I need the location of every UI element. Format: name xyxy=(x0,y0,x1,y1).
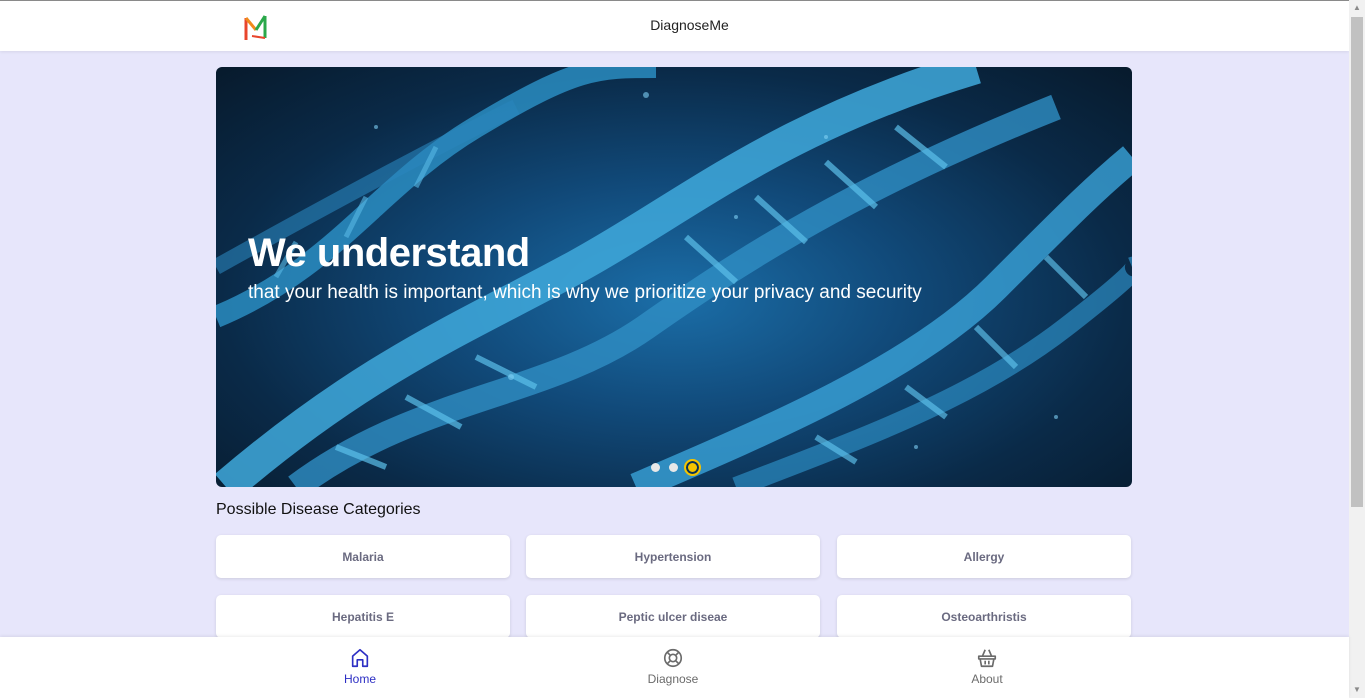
carousel-dot-3-active[interactable] xyxy=(684,459,701,476)
hero-subtitle: that your health is important, which is … xyxy=(248,282,922,303)
basket-icon xyxy=(977,649,997,668)
category-card-allergy[interactable]: Allergy xyxy=(837,535,1131,578)
nav-diagnose-label: Diagnose xyxy=(647,672,699,686)
category-card-hepatitis-e[interactable]: Hepatitis E xyxy=(216,595,510,638)
home-icon xyxy=(351,648,369,668)
lifebuoy-icon xyxy=(663,648,683,668)
carousel-dot-1[interactable] xyxy=(651,463,660,472)
category-card-malaria[interactable]: Malaria xyxy=(216,535,510,578)
top-app-bar: DiagnoseMe xyxy=(0,0,1349,51)
nav-diagnose[interactable]: Diagnose xyxy=(628,647,718,686)
scroll-thumb[interactable] xyxy=(1351,17,1363,507)
app-title: DiagnoseMe xyxy=(650,17,729,33)
nav-home-label: Home xyxy=(343,672,376,686)
scroll-up-arrow-icon[interactable]: ▲ xyxy=(1349,0,1365,16)
carousel-dot-2[interactable] xyxy=(669,463,678,472)
nav-home[interactable]: Home xyxy=(315,647,405,686)
bottom-navigation: Home Diagnose About xyxy=(0,637,1349,698)
page-scrollbar[interactable]: ▲ ▼ xyxy=(1349,0,1365,698)
nav-about[interactable]: About xyxy=(942,647,1032,686)
hero-title: We understand xyxy=(248,231,530,275)
nav-about-label: About xyxy=(971,672,1003,686)
scroll-down-arrow-icon[interactable]: ▼ xyxy=(1349,682,1365,698)
category-card-osteoarthritis[interactable]: Osteoarthristis xyxy=(837,595,1131,638)
section-title: Possible Disease Categories xyxy=(216,501,421,518)
category-card-hypertension[interactable]: Hypertension xyxy=(526,535,820,578)
category-card-peptic-ulcer[interactable]: Peptic ulcer diseae xyxy=(526,595,820,638)
dna-helix-image xyxy=(216,67,1132,487)
hero-carousel[interactable]: We understand that your health is import… xyxy=(216,67,1132,487)
